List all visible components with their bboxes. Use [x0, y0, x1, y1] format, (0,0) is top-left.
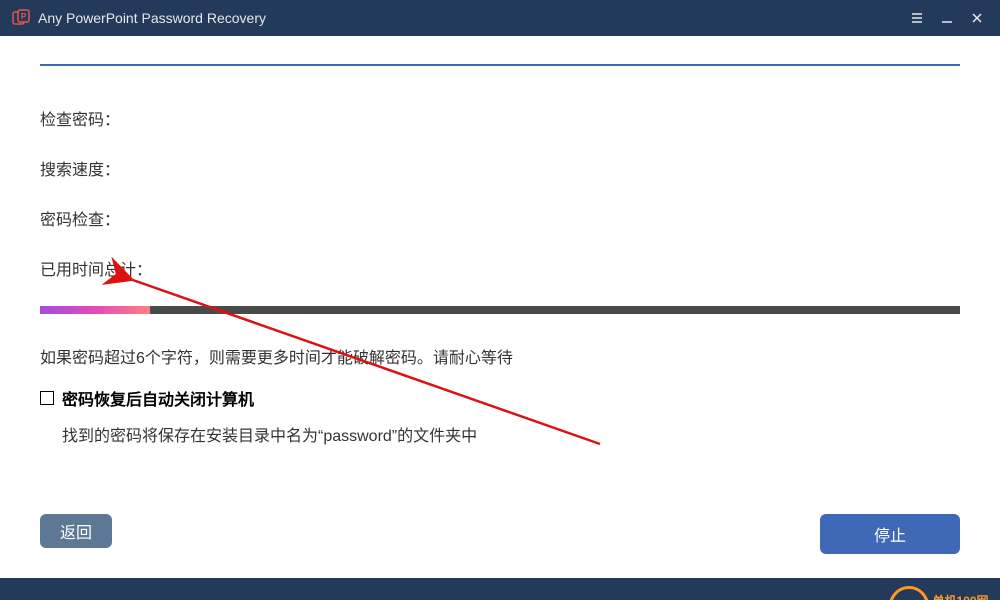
- divider-top: [40, 64, 960, 66]
- menu-icon[interactable]: [906, 7, 928, 29]
- back-button[interactable]: 返回: [40, 514, 112, 548]
- svg-text:P: P: [21, 12, 27, 21]
- close-icon[interactable]: [966, 7, 988, 29]
- watermark-brand: 单机100网: [933, 595, 992, 600]
- save-note: 找到的密码将保存在安装目录中名为“password”的文件夹中: [62, 422, 960, 446]
- progress-fill: [40, 306, 150, 314]
- shutdown-checkbox[interactable]: [40, 391, 54, 405]
- field-elapsed-total: 已用时间总计：: [40, 256, 960, 280]
- app-title: Any PowerPoint Password Recovery: [38, 10, 266, 26]
- footer: ersion 11.8.0 • 单机100网 danji100.com: [0, 578, 1000, 600]
- progress-bar: [40, 306, 960, 314]
- hint-text: 如果密码超过6个字符，则需要更多时间才能破解密码。请耐心等待: [40, 344, 960, 368]
- watermark: • 单机100网 danji100.com: [889, 586, 992, 600]
- minimize-icon[interactable]: [936, 7, 958, 29]
- app-icon: P: [12, 9, 30, 27]
- titlebar: P Any PowerPoint Password Recovery: [0, 0, 1000, 36]
- field-check-password: 检查密码：: [40, 106, 960, 130]
- main-panel: 检查密码： 搜索速度： 密码检查： 已用时间总计： 如果密码超过6个字符，则需要…: [0, 64, 1000, 578]
- button-bar: 返回 停止: [40, 514, 960, 554]
- shutdown-checkbox-label: 密码恢复后自动关闭计算机: [62, 386, 254, 410]
- stop-button[interactable]: 停止: [820, 514, 960, 554]
- watermark-icon: •: [889, 586, 929, 600]
- annotation-arrow: [0, 64, 920, 578]
- field-password-check: 密码检查：: [40, 206, 960, 230]
- shutdown-checkbox-row: 密码恢复后自动关闭计算机: [40, 386, 960, 410]
- field-search-speed: 搜索速度：: [40, 156, 960, 180]
